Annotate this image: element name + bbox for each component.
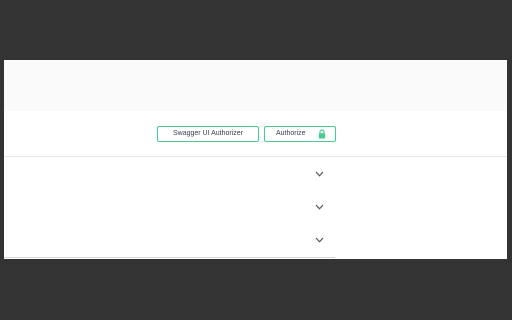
operation-section-row[interactable] [4,223,335,258]
chevron-down-icon[interactable] [315,237,324,243]
lock-icon [318,129,326,139]
operation-section-row[interactable] [4,157,335,191]
operation-section-row[interactable] [4,190,335,224]
swagger-ui-authorizer-button[interactable]: Swagger UI Authorizer [157,126,259,142]
authorization-bar: Swagger UI Authorizer Authorize [4,111,507,157]
swagger-ui-authorizer-label: Swagger UI Authorizer [172,130,244,137]
chevron-down-icon[interactable] [315,204,324,210]
authorize-button[interactable]: Authorize [264,126,336,142]
chevron-down-icon[interactable] [315,171,324,177]
swagger-ui-page: Swagger UI Authorizer Authorize [4,60,507,259]
page-header [4,60,507,111]
authorize-label: Authorize [276,130,306,137]
